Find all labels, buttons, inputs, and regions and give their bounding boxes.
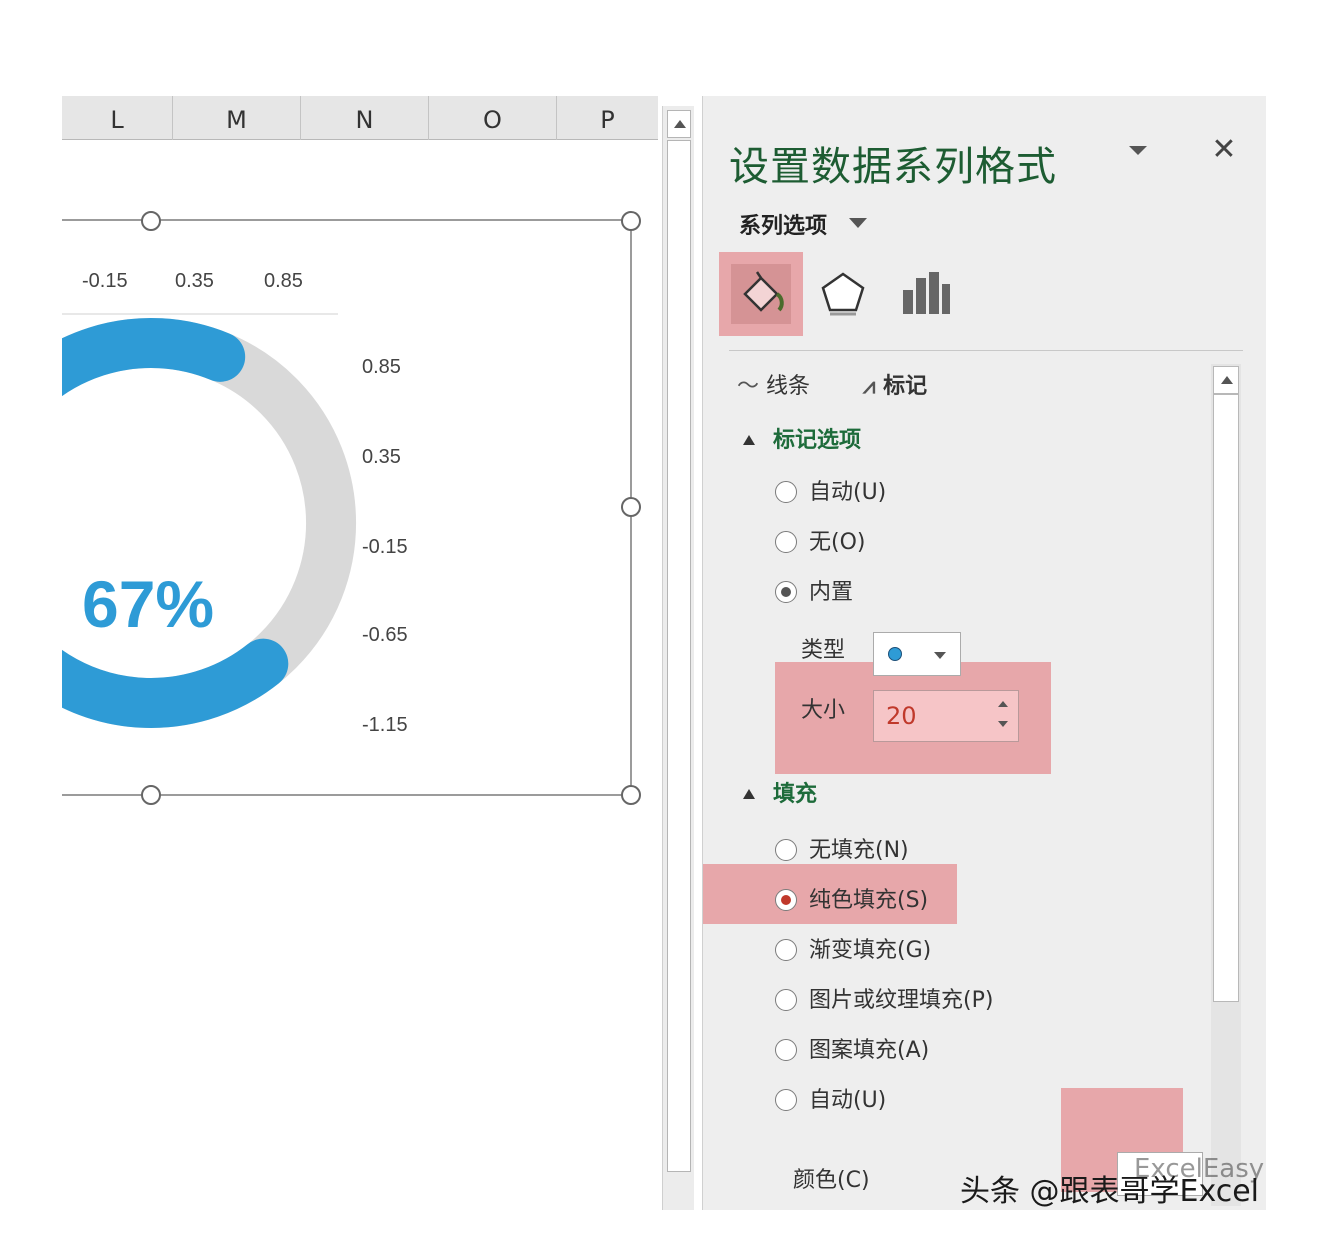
radio-marker-builtin[interactable]: 内置 <box>775 578 853 608</box>
top-axis-tick: 0.85 <box>264 270 303 292</box>
chart-area[interactable]: 67% -0.15 0.35 0.85 0.85 0.35 -0.15 -0.6… <box>62 96 658 1210</box>
pane-vertical-scrollbar[interactable] <box>1211 364 1241 1206</box>
scroll-thumb[interactable] <box>667 140 691 1172</box>
spin-up-icon[interactable] <box>996 701 1010 711</box>
radio-button[interactable] <box>775 989 797 1011</box>
radio-picture-fill[interactable]: 图片或纹理填充(P) <box>775 986 993 1016</box>
spin-down-icon[interactable] <box>996 721 1010 731</box>
chart-percent-label: 67% <box>82 567 215 641</box>
chevron-down-icon <box>934 652 946 659</box>
radio-fill-auto[interactable]: 自动(U) <box>775 1086 886 1116</box>
radio-button[interactable] <box>775 481 797 503</box>
spreadsheet: L M N O P 67% -0.15 0.35 0.85 0.85 0.35 … <box>62 96 658 1210</box>
radio-button[interactable] <box>775 531 797 553</box>
right-axis-tick: 0.35 <box>362 446 401 468</box>
sheet-vertical-scrollbar[interactable] <box>662 106 694 1210</box>
scroll-thumb[interactable] <box>1213 394 1239 1002</box>
radio-pattern-fill[interactable]: 图案填充(A) <box>775 1036 929 1066</box>
collapse-triangle-icon <box>743 789 755 799</box>
resize-handle-bottom-right[interactable] <box>621 785 641 805</box>
color-label: 颜色(C) <box>793 1168 870 1193</box>
format-data-series-pane: 设置数据系列格式 ✕ 系列选项 〜 线条 ⩘ 标记 标记选项 自动(U) 无(O… <box>702 96 1266 1210</box>
tab-series-options[interactable] <box>883 252 967 336</box>
subtab-line[interactable]: 〜 线条 <box>737 368 810 400</box>
chart-progress-arc <box>62 318 289 728</box>
right-axis-tick: -0.65 <box>362 624 408 646</box>
series-options-bars-icon <box>903 272 950 314</box>
right-axis-tick: -0.15 <box>362 536 408 558</box>
resize-handle-top-right[interactable] <box>621 211 641 231</box>
radio-button[interactable] <box>775 839 797 861</box>
radio-no-fill[interactable]: 无填充(N) <box>775 836 909 866</box>
effects-pentagon-icon <box>821 272 865 316</box>
resize-handle-bottom[interactable] <box>141 785 161 805</box>
line-icon: 〜 <box>737 374 766 399</box>
tab-divider <box>729 350 1243 351</box>
radio-button[interactable] <box>775 1089 797 1111</box>
marker-size-input[interactable]: 20 <box>873 690 1019 742</box>
radio-marker-auto[interactable]: 自动(U) <box>775 478 886 508</box>
series-options-dropdown[interactable]: 系列选项 <box>739 208 827 240</box>
scroll-up-arrow-icon[interactable] <box>1213 366 1239 394</box>
close-icon[interactable]: ✕ <box>1209 132 1239 167</box>
radio-solid-fill[interactable]: 纯色填充(S) <box>775 886 928 916</box>
top-axis-tick: 0.35 <box>175 270 214 292</box>
watermark: 头条 @跟表哥学Excel <box>960 1174 1260 1209</box>
scroll-up-arrow-icon[interactable] <box>667 110 691 138</box>
top-axis-tick: -0.15 <box>82 270 128 292</box>
radio-button-checked[interactable] <box>775 581 797 603</box>
resize-handle-right[interactable] <box>621 497 641 517</box>
pane-title: 设置数据系列格式 <box>729 144 1057 190</box>
tab-effects[interactable] <box>801 252 885 336</box>
type-label: 类型 <box>801 638 846 663</box>
collapse-triangle-icon <box>743 435 755 445</box>
doughnut-chart[interactable] <box>62 96 658 1210</box>
marker-line-icon: ⩘ <box>863 374 884 399</box>
subtab-marker[interactable]: ⩘ 标记 <box>863 368 927 400</box>
radio-gradient-fill[interactable]: 渐变填充(G) <box>775 936 931 966</box>
radio-marker-none[interactable]: 无(O) <box>775 528 865 558</box>
section-marker-options[interactable]: 标记选项 <box>743 422 861 454</box>
right-axis-tick: 0.85 <box>362 356 401 378</box>
radio-button[interactable] <box>775 939 797 961</box>
circle-marker-icon <box>888 647 902 661</box>
tab-fill-line[interactable] <box>719 252 803 336</box>
fill-line-icon <box>743 271 784 312</box>
resize-handle-top[interactable] <box>141 211 161 231</box>
section-fill[interactable]: 填充 <box>743 776 817 808</box>
radio-button-checked[interactable] <box>775 889 797 911</box>
right-axis-tick: -1.15 <box>362 714 408 736</box>
marker-type-select[interactable] <box>873 632 961 676</box>
size-label: 大小 <box>801 698 846 723</box>
chevron-down-icon[interactable] <box>849 218 867 228</box>
chevron-down-icon[interactable] <box>1129 146 1149 160</box>
radio-button[interactable] <box>775 1039 797 1061</box>
chart-track-ring <box>62 318 356 729</box>
